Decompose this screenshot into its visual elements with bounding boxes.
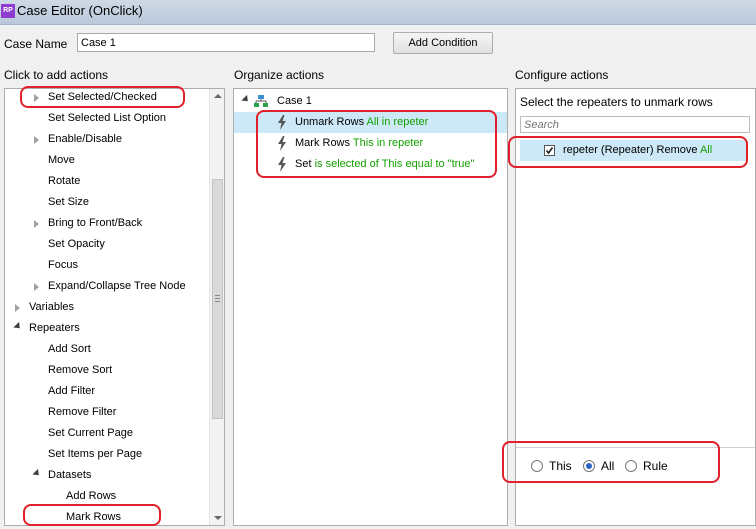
case-name-input[interactable] bbox=[77, 33, 375, 52]
collapse-icon[interactable] bbox=[13, 321, 23, 332]
collapse-icon[interactable] bbox=[32, 468, 42, 479]
tree-item-rotate[interactable]: Rotate bbox=[5, 171, 205, 192]
tree-item-add-filter[interactable]: Add Filter bbox=[5, 381, 205, 402]
scroll-down-icon[interactable] bbox=[214, 516, 222, 520]
tree-item-label: Enable/Disable bbox=[48, 133, 122, 145]
annotation-radio-options bbox=[502, 441, 720, 483]
app-icon: RP bbox=[1, 4, 15, 18]
tree-item-label: Move bbox=[48, 154, 75, 166]
tree-item-bring-to-front-back[interactable]: Bring to Front/Back bbox=[5, 213, 205, 234]
tree-item-remove-sort[interactable]: Remove Sort bbox=[5, 360, 205, 381]
tree-item-label: Rotate bbox=[48, 175, 81, 187]
tree-item-label: Expand/Collapse Tree Node bbox=[48, 280, 186, 292]
repeater-instruction: Select the repeaters to unmark rows bbox=[520, 95, 713, 109]
annotation-actions bbox=[256, 110, 497, 178]
tree-item-add-sort[interactable]: Add Sort bbox=[5, 339, 205, 360]
tree-item-datasets[interactable]: Datasets bbox=[5, 465, 205, 486]
title-bar: RP Case Editor (OnClick) bbox=[0, 0, 756, 25]
middle-panel-header: Organize actions bbox=[234, 68, 325, 82]
tree-item-label: Focus bbox=[48, 259, 78, 271]
tree-item-label: Bring to Front/Back bbox=[48, 217, 143, 229]
tree-item-set-opacity[interactable]: Set Opacity bbox=[5, 234, 205, 255]
tree-item-label: Repeaters bbox=[29, 322, 80, 334]
tree-item-label: Set Opacity bbox=[48, 238, 105, 250]
right-panel-header: Configure actions bbox=[515, 68, 609, 82]
case-node-label: Case 1 bbox=[277, 95, 312, 107]
expand-icon[interactable] bbox=[34, 136, 39, 144]
tree-item-set-items-per-page[interactable]: Set Items per Page bbox=[5, 444, 205, 465]
tree-item-repeaters[interactable]: Repeaters bbox=[5, 318, 205, 339]
annotation-set-selected bbox=[20, 86, 185, 108]
scroll-up-icon[interactable] bbox=[214, 94, 222, 98]
tree-item-set-size[interactable]: Set Size bbox=[5, 192, 205, 213]
add-condition-button[interactable]: Add Condition bbox=[393, 32, 493, 54]
tree-item-enable-disable[interactable]: Enable/Disable bbox=[5, 129, 205, 150]
tree-item-label: Add Filter bbox=[48, 385, 96, 397]
tree-item-label: Remove Filter bbox=[48, 406, 117, 418]
expand-icon[interactable] bbox=[241, 94, 251, 105]
tree-item-move[interactable]: Move bbox=[5, 150, 205, 171]
repeater-search-input[interactable] bbox=[520, 116, 750, 133]
tree-item-label: Set Selected List Option bbox=[48, 112, 167, 124]
tree-item-expand-collapse-tree-node[interactable]: Expand/Collapse Tree Node bbox=[5, 276, 205, 297]
tree-item-label: Variables bbox=[29, 301, 75, 313]
tree-item-label: Datasets bbox=[48, 469, 92, 481]
scrollbar-thumb[interactable] bbox=[212, 179, 223, 419]
tree-item-variables[interactable]: Variables bbox=[5, 297, 205, 318]
tree-item-label: Add Sort bbox=[48, 343, 91, 355]
expand-icon[interactable] bbox=[34, 283, 39, 291]
tree-item-set-current-page[interactable]: Set Current Page bbox=[5, 423, 205, 444]
case-name-label: Case Name bbox=[4, 37, 68, 51]
annotation-mark-rows bbox=[23, 504, 161, 526]
left-panel-header: Click to add actions bbox=[4, 68, 109, 82]
tree-item-focus[interactable]: Focus bbox=[5, 255, 205, 276]
annotation-repeater-item bbox=[508, 136, 748, 168]
case-tree-icon bbox=[254, 95, 268, 107]
tree-item-label: Set Size bbox=[48, 196, 89, 208]
vertical-scrollbar[interactable] bbox=[209, 89, 224, 525]
expand-icon[interactable] bbox=[34, 220, 39, 228]
tree-item-remove-filter[interactable]: Remove Filter bbox=[5, 402, 205, 423]
tree-item-label: Remove Sort bbox=[48, 364, 113, 376]
tree-item-set-selected-list-option[interactable]: Set Selected List Option bbox=[5, 108, 205, 129]
tree-item-label: Set Items per Page bbox=[48, 448, 143, 460]
tree-item-label: Set Current Page bbox=[48, 427, 133, 439]
expand-icon[interactable] bbox=[15, 304, 20, 312]
actions-tree-panel: Set Selected/Checked Set Selected List Op… bbox=[4, 88, 225, 526]
window-title: Case Editor (OnClick) bbox=[17, 3, 143, 18]
